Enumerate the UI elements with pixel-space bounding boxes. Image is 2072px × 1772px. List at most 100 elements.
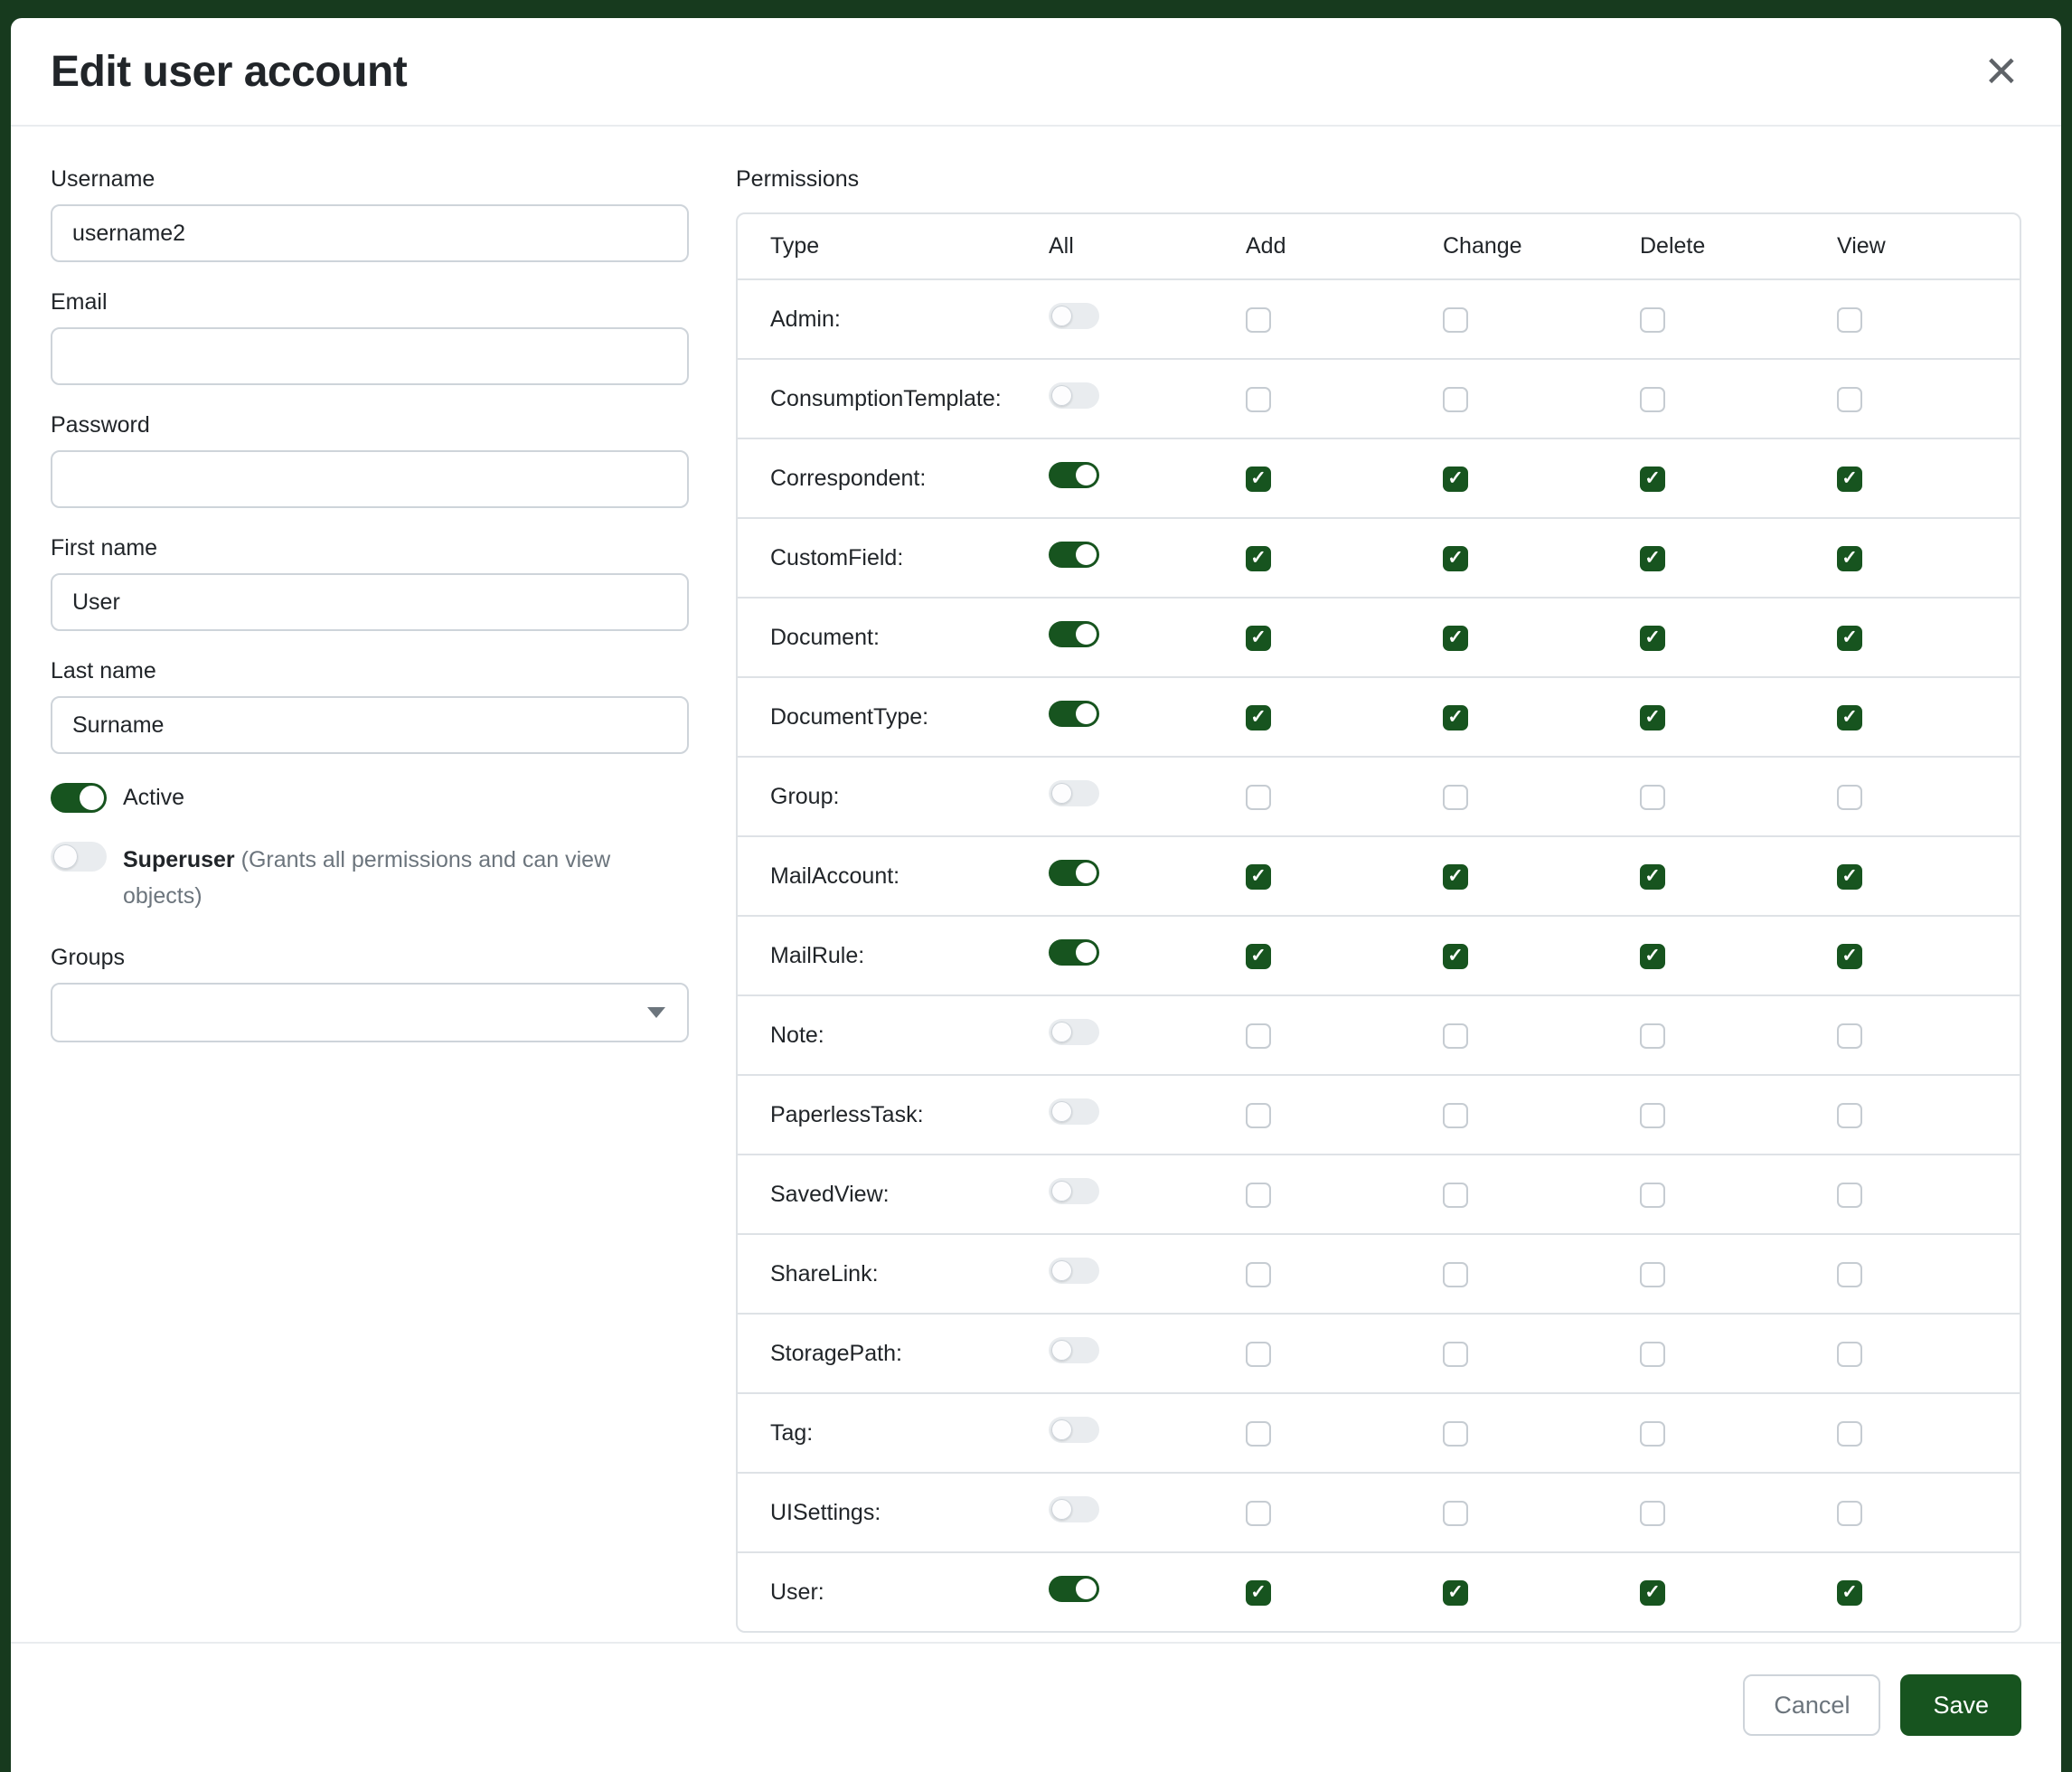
perm-tag-view-checkbox[interactable] — [1837, 1421, 1862, 1447]
perm-note-all-toggle[interactable] — [1049, 1019, 1099, 1045]
perm-mailaccount-view-checkbox[interactable] — [1837, 864, 1862, 890]
perm-tag-add-checkbox[interactable] — [1246, 1421, 1271, 1447]
perm-storagepath-view-checkbox[interactable] — [1837, 1342, 1862, 1367]
perm-customfield-all-toggle[interactable] — [1049, 542, 1099, 568]
perm-document-all-toggle[interactable] — [1049, 621, 1099, 647]
perm-user-add-checkbox[interactable] — [1246, 1580, 1271, 1606]
perm-mailrule-change-checkbox[interactable] — [1443, 944, 1468, 969]
perm-mailrule-add-checkbox[interactable] — [1246, 944, 1271, 969]
perm-col-delete: Delete — [1625, 214, 1822, 279]
groups-select[interactable] — [51, 983, 689, 1042]
email-field[interactable] — [51, 327, 689, 385]
perm-type-label: Group: — [738, 757, 1034, 836]
perm-documenttype-delete-checkbox[interactable] — [1640, 705, 1665, 730]
perm-mailaccount-add-checkbox[interactable] — [1246, 864, 1271, 890]
perm-consumptiontemplate-all-toggle[interactable] — [1049, 382, 1099, 409]
close-button[interactable]: × — [1982, 43, 2021, 99]
perm-storagepath-all-toggle[interactable] — [1049, 1337, 1099, 1363]
perm-documenttype-change-checkbox[interactable] — [1443, 705, 1468, 730]
perm-mailaccount-all-toggle[interactable] — [1049, 860, 1099, 886]
save-button[interactable]: Save — [1900, 1674, 2021, 1736]
perm-savedview-delete-checkbox[interactable] — [1640, 1183, 1665, 1208]
perm-user-view-checkbox[interactable] — [1837, 1580, 1862, 1606]
perm-paperlesstask-change-checkbox[interactable] — [1443, 1103, 1468, 1128]
perm-user-change-checkbox[interactable] — [1443, 1580, 1468, 1606]
perm-storagepath-delete-checkbox[interactable] — [1640, 1342, 1665, 1367]
perm-uisettings-change-checkbox[interactable] — [1443, 1501, 1468, 1526]
perm-group-all-toggle[interactable] — [1049, 780, 1099, 806]
perm-admin-all-toggle[interactable] — [1049, 303, 1099, 329]
perm-customfield-view-checkbox[interactable] — [1837, 546, 1862, 571]
perm-storagepath-change-checkbox[interactable] — [1443, 1342, 1468, 1367]
username-input[interactable] — [51, 204, 689, 262]
perm-correspondent-delete-checkbox[interactable] — [1640, 467, 1665, 492]
perm-tag-change-checkbox[interactable] — [1443, 1421, 1468, 1447]
perm-correspondent-change-checkbox[interactable] — [1443, 467, 1468, 492]
perm-documenttype-view-checkbox[interactable] — [1837, 705, 1862, 730]
perm-correspondent-all-toggle[interactable] — [1049, 462, 1099, 488]
password-field[interactable] — [51, 450, 689, 508]
perm-group-view-checkbox[interactable] — [1837, 785, 1862, 810]
perm-correspondent-add-checkbox[interactable] — [1246, 467, 1271, 492]
perm-group-add-checkbox[interactable] — [1246, 785, 1271, 810]
perm-tag-all-toggle[interactable] — [1049, 1417, 1099, 1443]
perm-paperlesstask-add-checkbox[interactable] — [1246, 1103, 1271, 1128]
perm-document-add-checkbox[interactable] — [1246, 626, 1271, 651]
perm-paperlesstask-view-checkbox[interactable] — [1837, 1103, 1862, 1128]
perm-documenttype-all-toggle[interactable] — [1049, 701, 1099, 727]
perm-uisettings-all-toggle[interactable] — [1049, 1496, 1099, 1522]
perm-savedview-add-checkbox[interactable] — [1246, 1183, 1271, 1208]
perm-uisettings-add-checkbox[interactable] — [1246, 1501, 1271, 1526]
perm-sharelink-add-checkbox[interactable] — [1246, 1262, 1271, 1287]
perm-document-view-checkbox[interactable] — [1837, 626, 1862, 651]
perm-uisettings-delete-checkbox[interactable] — [1640, 1501, 1665, 1526]
perm-mailaccount-change-checkbox[interactable] — [1443, 864, 1468, 890]
perm-consumptiontemplate-change-checkbox[interactable] — [1443, 387, 1468, 412]
perm-row-tag: Tag: — [738, 1393, 2020, 1473]
perm-sharelink-all-toggle[interactable] — [1049, 1258, 1099, 1284]
perm-group-delete-checkbox[interactable] — [1640, 785, 1665, 810]
perm-admin-change-checkbox[interactable] — [1443, 307, 1468, 333]
perm-consumptiontemplate-delete-checkbox[interactable] — [1640, 387, 1665, 412]
perm-correspondent-view-checkbox[interactable] — [1837, 467, 1862, 492]
perm-mailrule-delete-checkbox[interactable] — [1640, 944, 1665, 969]
perm-customfield-change-checkbox[interactable] — [1443, 546, 1468, 571]
perm-note-change-checkbox[interactable] — [1443, 1023, 1468, 1049]
perm-sharelink-delete-checkbox[interactable] — [1640, 1262, 1665, 1287]
perm-customfield-add-checkbox[interactable] — [1246, 546, 1271, 571]
perm-sharelink-view-checkbox[interactable] — [1837, 1262, 1862, 1287]
perm-admin-view-checkbox[interactable] — [1837, 307, 1862, 333]
perm-savedview-all-toggle[interactable] — [1049, 1178, 1099, 1204]
perm-uisettings-view-checkbox[interactable] — [1837, 1501, 1862, 1526]
first-name-field[interactable] — [51, 573, 689, 631]
perm-sharelink-change-checkbox[interactable] — [1443, 1262, 1468, 1287]
perm-mailrule-all-toggle[interactable] — [1049, 939, 1099, 966]
last-name-field[interactable] — [51, 696, 689, 754]
perm-tag-delete-checkbox[interactable] — [1640, 1421, 1665, 1447]
perm-note-add-checkbox[interactable] — [1246, 1023, 1271, 1049]
perm-admin-add-checkbox[interactable] — [1246, 307, 1271, 333]
perm-consumptiontemplate-add-checkbox[interactable] — [1246, 387, 1271, 412]
perm-savedview-change-checkbox[interactable] — [1443, 1183, 1468, 1208]
perm-customfield-delete-checkbox[interactable] — [1640, 546, 1665, 571]
perm-type-label: Admin: — [738, 279, 1034, 359]
perm-storagepath-add-checkbox[interactable] — [1246, 1342, 1271, 1367]
perm-documenttype-add-checkbox[interactable] — [1246, 705, 1271, 730]
perm-paperlesstask-delete-checkbox[interactable] — [1640, 1103, 1665, 1128]
superuser-toggle[interactable] — [51, 842, 107, 872]
perm-group-change-checkbox[interactable] — [1443, 785, 1468, 810]
perm-consumptiontemplate-view-checkbox[interactable] — [1837, 387, 1862, 412]
perm-note-view-checkbox[interactable] — [1837, 1023, 1862, 1049]
perm-savedview-view-checkbox[interactable] — [1837, 1183, 1862, 1208]
cancel-button[interactable]: Cancel — [1743, 1674, 1880, 1736]
perm-admin-delete-checkbox[interactable] — [1640, 307, 1665, 333]
perm-mailrule-view-checkbox[interactable] — [1837, 944, 1862, 969]
perm-paperlesstask-all-toggle[interactable] — [1049, 1098, 1099, 1125]
perm-note-delete-checkbox[interactable] — [1640, 1023, 1665, 1049]
perm-user-all-toggle[interactable] — [1049, 1576, 1099, 1602]
perm-mailaccount-delete-checkbox[interactable] — [1640, 864, 1665, 890]
perm-document-delete-checkbox[interactable] — [1640, 626, 1665, 651]
perm-user-delete-checkbox[interactable] — [1640, 1580, 1665, 1606]
perm-document-change-checkbox[interactable] — [1443, 626, 1468, 651]
active-toggle[interactable] — [51, 783, 107, 813]
